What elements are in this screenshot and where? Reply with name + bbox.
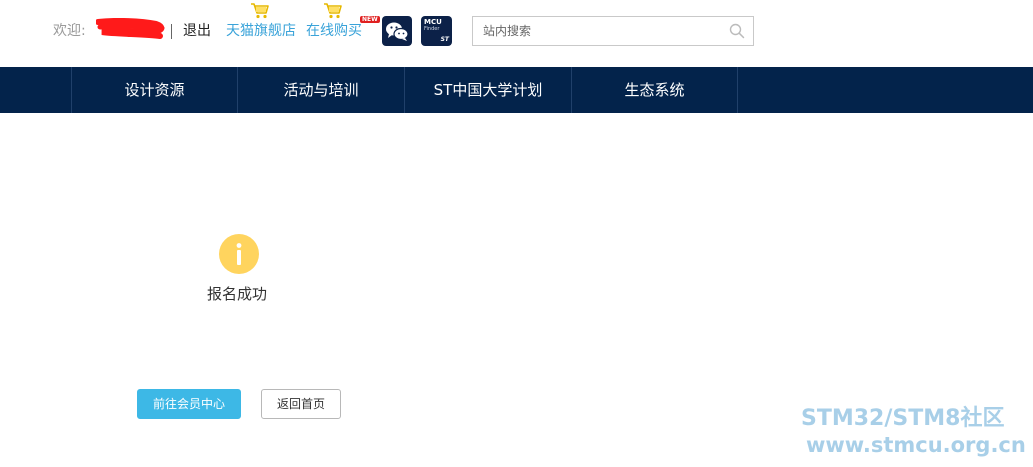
mcu-finder-title: MCU — [424, 18, 442, 26]
tmall-store-link[interactable]: 天猫旗舰店 — [226, 22, 296, 40]
wechat-button[interactable] — [382, 16, 412, 46]
info-icon — [219, 234, 259, 274]
search-box — [472, 16, 754, 46]
top-bar: 欢迎: 退出 天猫旗舰店 在线购买 NEW MCU Finder ST 站内搜索 — [0, 0, 1033, 67]
go-to-member-center-button[interactable]: 前往会员中心 — [137, 389, 241, 419]
nav-item-events-training[interactable]: 活动与培训 — [238, 67, 405, 113]
search-input[interactable] — [473, 17, 721, 45]
mcu-finder-button[interactable]: MCU Finder ST — [421, 16, 452, 46]
online-buy-link[interactable]: 在线购买 — [306, 22, 362, 40]
wechat-icon — [386, 22, 409, 41]
new-badge: NEW — [360, 16, 380, 23]
watermark-title: STM32/STM8社区 — [801, 406, 1005, 431]
status-message: 报名成功 — [207, 285, 268, 303]
st-logo: ST — [440, 36, 449, 43]
nav-item-university-program[interactable]: ST中国大学计划 — [405, 67, 572, 113]
welcome-label: 欢迎: — [53, 23, 86, 39]
nav-item-products[interactable]: 品 — [0, 67, 72, 113]
nav-item-design-resources[interactable]: 设计资源 — [72, 67, 238, 113]
main-nav: 品 设计资源 活动与培训 ST中国大学计划 生态系统 — [0, 67, 1033, 113]
watermark-url: www.stmcu.org.cn — [806, 433, 1026, 457]
back-to-home-button[interactable]: 返回首页 — [261, 389, 341, 419]
separator — [171, 24, 172, 39]
nav-item-ecosystem[interactable]: 生态系统 — [572, 67, 738, 113]
nav-item-label: 品 — [0, 67, 1, 113]
shopping-cart-icon — [251, 3, 269, 19]
mcu-finder-subtitle: Finder — [424, 26, 440, 32]
logout-link[interactable]: 退出 — [183, 22, 211, 40]
redacted-username — [96, 18, 165, 39]
shopping-cart-icon — [324, 3, 342, 19]
search-icon[interactable] — [729, 23, 745, 39]
